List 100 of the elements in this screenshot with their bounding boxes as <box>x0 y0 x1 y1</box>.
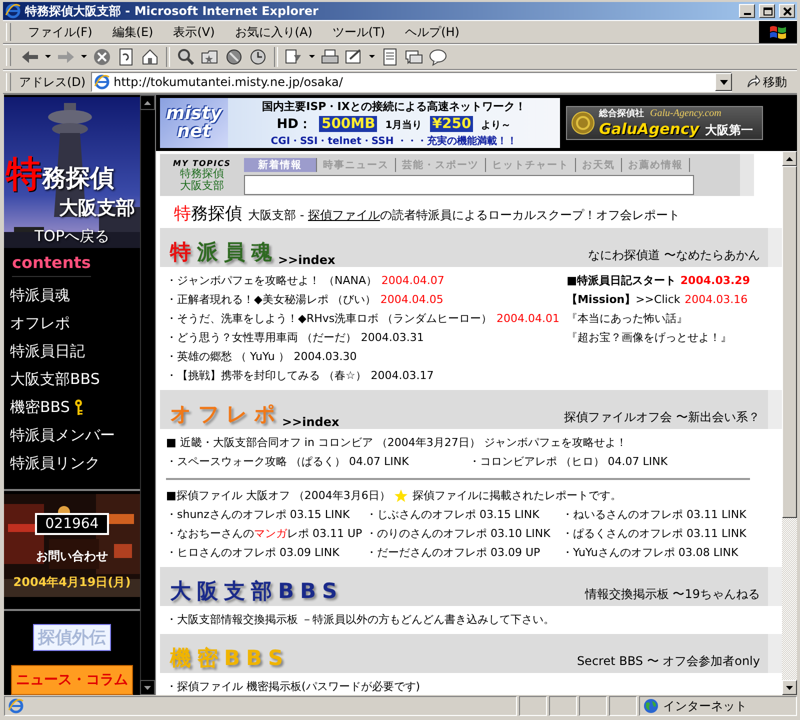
contact-link[interactable]: お問い合わせ <box>36 548 108 566</box>
section-title: 機密BBS <box>170 645 290 672</box>
site-name: 大阪支部 <box>180 180 224 192</box>
nav-link[interactable]: 特派員日記 <box>10 342 85 361</box>
board-link[interactable]: ・探偵ファイル 機密掲示板(パスワードが必要です) <box>166 677 420 695</box>
banner-highlight: 500MB <box>319 116 378 132</box>
report-link[interactable]: ・ぱるくさんのオフレポ 03.11 LINK <box>562 524 746 543</box>
banner-text: 総合探偵社 <box>599 107 644 120</box>
article-link[interactable]: ・ジャンボパフェを攻略せよ！ （NANA） 2004.04.07 <box>166 271 444 290</box>
brand-title: 務探偵 <box>191 203 242 225</box>
nav-link[interactable]: 特派員メンバー <box>10 426 115 445</box>
nav-link[interactable]: 特派員魂 <box>10 286 70 305</box>
banner-text: 大阪第一 <box>705 122 754 139</box>
menu-item[interactable]: 編集(E) <box>103 24 162 40</box>
board-link[interactable]: ・大阪支部情報交換掲示板 －特派員以外の方もどんどん書き込みして下さい。 <box>166 610 554 629</box>
report-link[interactable]: ・スペースウォーク攻略 （ぱるく） 04.07 LINK <box>166 452 409 471</box>
section-subtitle: 情報交換掲示板 〜19ちゃんねる <box>584 586 760 603</box>
scroll-up-button[interactable] <box>140 95 155 110</box>
address-field[interactable]: http://tokumutantei.misty.ne.jp/osaka/ <box>90 72 732 92</box>
topics-label: MY TOPICS <box>173 158 231 168</box>
report-link[interactable]: ・ねいるさんのオフレポ 03.11 LINK <box>562 505 746 524</box>
up-arrow-icon <box>144 100 151 104</box>
date-text: 2004年4月19日(月) <box>13 574 131 592</box>
go-button[interactable]: 移動 <box>744 74 797 90</box>
article-link[interactable]: ・そうだ、洗車をしよう！◆RHvs洗車ロボ （ランダムヒーロー） 2004.04.01 <box>166 309 560 328</box>
section-subtitle: なにわ探偵道 〜なめたらあかん <box>588 247 760 264</box>
article-link[interactable]: ・【挑戦】携帯を封印してみる （春☆） 2004.03.17 <box>166 366 434 385</box>
article-link[interactable]: ・英雄の郷愁 （ YuYu ） 2004.03.30 <box>166 347 357 366</box>
report-link[interactable]: ・だーださんのオフレポ 03.09 UP <box>366 543 540 562</box>
ad-banner[interactable]: misty net 国内主要ISP・IXとの接続による高速ネットワーク！ HD： 500MB 1月当り ¥250 より～ CGI・SSI・telnet・SSH ・・・充実の機能満載！！ <box>160 98 560 148</box>
maximize-icon <box>762 6 772 16</box>
logo-title: 特 <box>6 155 42 195</box>
menu-item[interactable]: ツール(T) <box>323 24 394 40</box>
menu-item[interactable]: お気に入り(A) <box>226 24 322 40</box>
report-link[interactable]: ・じぶさんのオフレポ 03.15 LINK <box>366 505 540 524</box>
scroll-down-button[interactable] <box>140 680 155 695</box>
event-text: ■ 近畿・大阪支部合同オフ in コロンビア （2004年3月27日） ジャンボパフェを攻略せよ！ <box>166 435 627 451</box>
section-subtitle: Secret BBS 〜 オフ会参加者only <box>576 653 760 670</box>
report-link[interactable]: ・shunzさんのオフレポ 03.15 LINK <box>166 505 350 524</box>
banner-headline: 国内主要ISP・IXとの接続による高速ネットワーク！ <box>262 98 526 114</box>
caret-icon <box>720 80 728 84</box>
banner-text: HD： <box>276 116 312 132</box>
article-link[interactable]: ■特派員日記スタート 2004.03.29 <box>566 271 750 290</box>
home-icon[interactable] <box>140 47 160 67</box>
index-link[interactable]: >>index <box>282 415 340 429</box>
scroll-thumb[interactable] <box>782 166 797 518</box>
search-icon[interactable] <box>176 47 196 67</box>
top-link[interactable]: TOPへ戻る <box>34 227 110 246</box>
ie-logo-icon <box>94 74 110 90</box>
site-link[interactable]: 探偵ファイル <box>308 208 380 222</box>
topics-field[interactable] <box>244 175 694 195</box>
article-link[interactable]: 『超お宝？画像をげっとせよ！』 <box>566 328 732 347</box>
window-title: 特務探偵大阪支部 - Microsoft Internet Explorer <box>25 2 320 20</box>
nav-link[interactable]: 大阪支部BBS <box>10 370 100 389</box>
index-link[interactable]: >>index <box>278 253 336 267</box>
tagline-text: 大阪支部 - 探偵ファイルの読者特派員によるローカルスクープ！オフ会レポート <box>248 207 680 224</box>
windows-logo-icon <box>759 21 797 43</box>
report-link[interactable]: ・YuYuさんのオフレポ 03.08 LINK <box>562 543 738 562</box>
banner-text: CGI・SSI・telnet・SSH ・・・充実の機能満載！！ <box>270 134 518 148</box>
star-icon <box>394 488 408 502</box>
stop-icon[interactable] <box>92 47 112 67</box>
close-icon <box>782 6 792 16</box>
visitor-counter: 021964 <box>35 513 109 536</box>
article-link[interactable]: 【Mission】>>Click 2004.03.16 <box>566 290 748 309</box>
menu-item[interactable]: ヘルプ(H) <box>396 24 468 40</box>
report-link[interactable]: ・ヒロさんのオフレポ 03.09 LINK <box>166 543 340 562</box>
article-link[interactable]: ・正解者現れる！◆美女秘湯レポ （びい） 2004.04.05 <box>166 290 444 309</box>
close-button[interactable] <box>779 4 795 18</box>
note-text: 探偵ファイルに掲載されたレポートです。 <box>412 488 622 504</box>
report-link[interactable]: ・なおちーさんのマンガレポ 03.11 UP <box>166 524 362 543</box>
clock-icon[interactable] <box>248 47 268 67</box>
status-pane <box>609 696 637 716</box>
speech-bubble-icon[interactable] <box>428 47 448 67</box>
article-link[interactable]: 『本当にあった怖い話』 <box>566 309 688 328</box>
article-link[interactable]: ・どう思う？女性専用車両 （だーだ） 2004.03.31 <box>166 328 424 347</box>
menu-item[interactable]: ファイル(F) <box>19 24 102 40</box>
nav-link[interactable]: オフレポ <box>10 314 70 333</box>
report-link[interactable]: ・コロンビアレポ （ヒロ） 04.07 LINK <box>468 452 668 471</box>
section-title: オフレポ <box>170 401 282 428</box>
maximize-button[interactable] <box>759 4 775 18</box>
ad-banner[interactable]: 総合探偵社 Galu-Agency.com GaluAgency 大阪第一 <box>566 106 763 140</box>
nav-link[interactable]: 特派員リンク <box>10 454 100 473</box>
contents-heading: contents <box>12 252 91 278</box>
banner-text: Galu-Agency.com <box>650 108 722 119</box>
section-subtitle: 探偵ファイルオフ会 〜新出会い系？ <box>564 409 760 426</box>
down-arrow-icon <box>144 686 151 690</box>
dropdown-button[interactable] <box>715 73 732 91</box>
status-pane <box>549 696 577 716</box>
address-label: アドレス(D) <box>19 74 86 90</box>
menu-item[interactable]: 表示(V) <box>164 24 224 40</box>
banner-text: 1月当り <box>385 118 422 132</box>
report-link[interactable]: ・のりのさんのオフレポ 03.10 LINK <box>366 524 550 543</box>
event-text: ■探偵ファイル 大阪オフ （2004年3月6日） <box>166 488 390 504</box>
logo-text: misty <box>166 105 222 123</box>
disc-icon[interactable] <box>224 47 244 67</box>
status-pane <box>519 696 547 716</box>
banner-highlight: ¥250 <box>430 116 474 132</box>
nav-link[interactable]: 機密BBS <box>10 398 70 417</box>
minimize-button[interactable] <box>739 4 755 18</box>
ie-logo-icon <box>5 3 21 19</box>
